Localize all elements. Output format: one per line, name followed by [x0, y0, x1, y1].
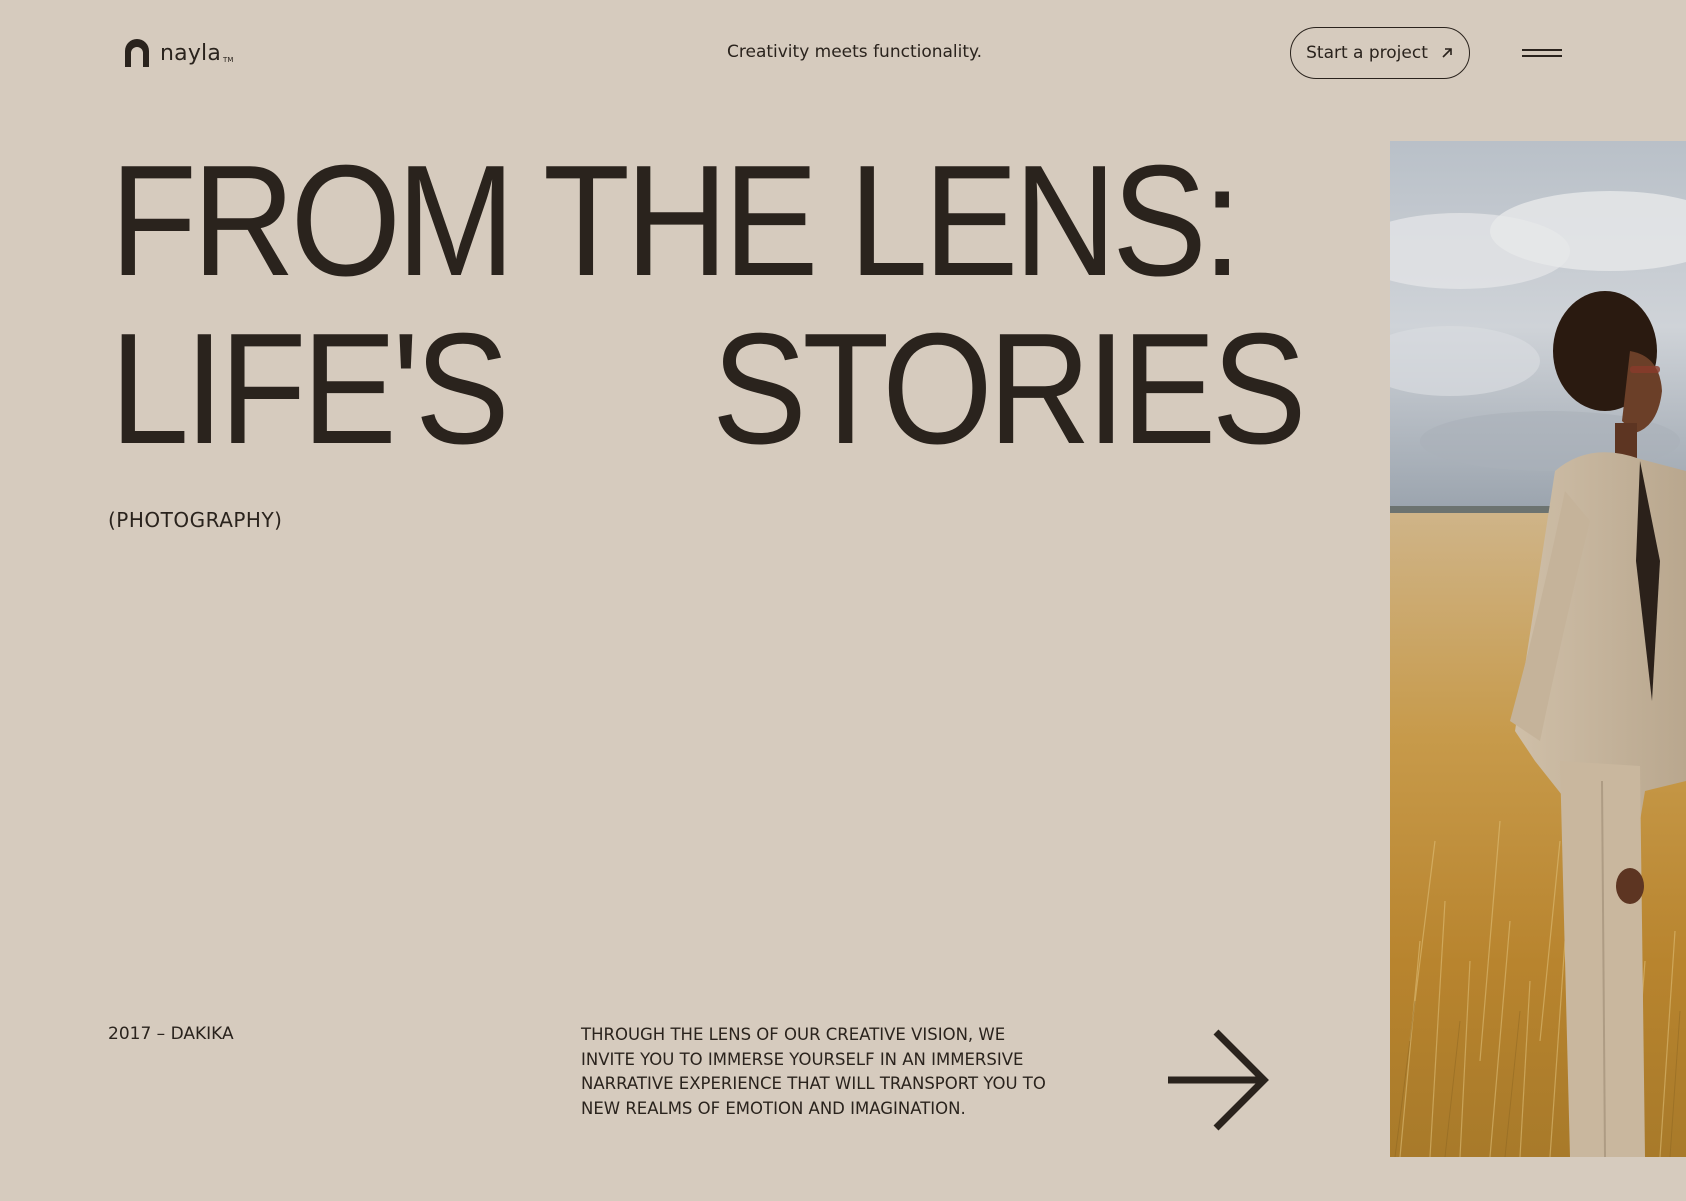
- photo-portrait-field: [1390, 141, 1686, 1157]
- site-header: nayla TM Creativity meets functionality.…: [0, 0, 1686, 104]
- year-location: 2017 – DAKIKA: [108, 1024, 234, 1044]
- brand-logo[interactable]: nayla TM: [122, 36, 233, 68]
- hero-headline-line2-left: LIFE'S: [110, 301, 510, 477]
- arrow-right-icon[interactable]: [1166, 1028, 1270, 1132]
- hamburger-menu-icon[interactable]: [1522, 44, 1564, 62]
- hero-photo: [1390, 141, 1686, 1157]
- brand-trademark: TM: [223, 56, 234, 64]
- category-label: (PHOTOGRAPHY): [108, 508, 283, 532]
- arrow-up-right-icon: [1442, 48, 1452, 58]
- hero-headline-line2-right: STORIES: [712, 301, 1307, 477]
- hero-headline-line1: FROM THE LENS:: [110, 133, 1242, 309]
- menu-line: [1522, 55, 1562, 57]
- arch-logo-icon: [125, 39, 149, 67]
- start-project-button[interactable]: Start a project: [1290, 27, 1470, 79]
- start-project-label: Start a project: [1306, 43, 1428, 63]
- header-tagline: Creativity meets functionality.: [727, 42, 983, 62]
- brand-name: nayla: [160, 41, 222, 66]
- menu-line: [1522, 49, 1562, 51]
- project-description: THROUGH THE LENS OF OUR CREATIVE VISION,…: [581, 1025, 1046, 1118]
